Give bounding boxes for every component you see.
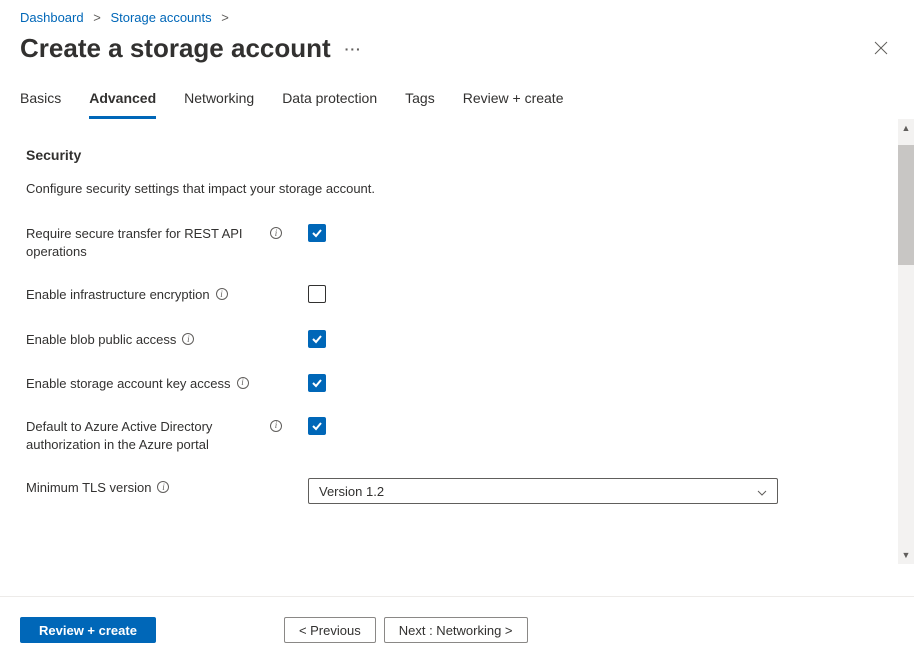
- tab-tags[interactable]: Tags: [405, 84, 435, 119]
- tab-networking[interactable]: Networking: [184, 84, 254, 119]
- close-button[interactable]: [868, 34, 894, 64]
- page-header: Create a storage account ···: [0, 29, 914, 84]
- label-text: Enable blob public access: [26, 331, 176, 349]
- tabs: Basics Advanced Networking Data protecti…: [0, 84, 914, 119]
- checkbox-infra-encryption[interactable]: [308, 285, 326, 303]
- content: Security Configure security settings tha…: [0, 119, 914, 564]
- field-key-access: Enable storage account key access i: [26, 374, 894, 393]
- checkmark-icon: [311, 227, 323, 239]
- checkmark-icon: [311, 377, 323, 389]
- content-wrapper: Security Configure security settings tha…: [0, 119, 914, 564]
- field-infra-encryption: Enable infrastructure encryption i: [26, 285, 894, 306]
- info-icon[interactable]: i: [216, 288, 228, 300]
- page-title-text: Create a storage account: [20, 33, 331, 64]
- info-icon[interactable]: i: [270, 227, 282, 239]
- label-secure-transfer: Require secure transfer for REST API ope…: [26, 224, 282, 261]
- tab-advanced[interactable]: Advanced: [89, 84, 156, 119]
- previous-button[interactable]: < Previous: [284, 617, 376, 643]
- scrollbar-track[interactable]: ▲ ▼: [898, 119, 914, 564]
- label-text: Enable infrastructure encryption: [26, 286, 210, 304]
- info-icon[interactable]: i: [157, 481, 169, 493]
- field-blob-public: Enable blob public access i: [26, 330, 894, 349]
- info-icon[interactable]: i: [237, 377, 249, 389]
- label-text: Enable storage account key access: [26, 375, 231, 393]
- label-text: Default to Azure Active Directory author…: [26, 418, 264, 454]
- scroll-arrow-up-icon[interactable]: ▲: [901, 123, 911, 133]
- checkmark-icon: [311, 420, 323, 432]
- scrollbar-thumb[interactable]: [898, 145, 914, 265]
- close-icon: [874, 41, 888, 55]
- checkmark-icon: [311, 333, 323, 345]
- review-create-button[interactable]: Review + create: [20, 617, 156, 643]
- label-key-access: Enable storage account key access i: [26, 374, 282, 393]
- breadcrumb-separator: >: [221, 10, 229, 25]
- breadcrumb-storage-accounts[interactable]: Storage accounts: [110, 10, 211, 25]
- label-aad-auth: Default to Azure Active Directory author…: [26, 417, 282, 454]
- footer: Review + create < Previous Next : Networ…: [0, 596, 914, 663]
- select-tls-version[interactable]: Version 1.2: [308, 478, 778, 504]
- section-description: Configure security settings that impact …: [26, 181, 894, 196]
- label-tls-version: Minimum TLS version i: [26, 478, 282, 497]
- page-title: Create a storage account ···: [20, 33, 362, 64]
- label-infra-encryption: Enable infrastructure encryption i: [26, 285, 282, 304]
- checkbox-aad-auth[interactable]: [308, 417, 326, 435]
- checkbox-blob-public[interactable]: [308, 330, 326, 348]
- checkbox-secure-transfer[interactable]: [308, 224, 326, 242]
- breadcrumb-dashboard[interactable]: Dashboard: [20, 10, 84, 25]
- section-title-security: Security: [26, 147, 894, 163]
- field-secure-transfer: Require secure transfer for REST API ope…: [26, 224, 894, 261]
- label-text: Minimum TLS version: [26, 479, 151, 497]
- next-button[interactable]: Next : Networking >: [384, 617, 528, 643]
- checkbox-key-access[interactable]: [308, 374, 326, 392]
- tab-basics[interactable]: Basics: [20, 84, 61, 119]
- breadcrumb-separator: >: [93, 10, 101, 25]
- chevron-down-icon: [757, 484, 767, 499]
- tab-data-protection[interactable]: Data protection: [282, 84, 377, 119]
- info-icon[interactable]: i: [182, 333, 194, 345]
- field-tls-version: Minimum TLS version i Version 1.2: [26, 478, 894, 504]
- label-text: Require secure transfer for REST API ope…: [26, 225, 264, 261]
- scroll-arrow-down-icon[interactable]: ▼: [901, 550, 911, 560]
- more-icon[interactable]: ···: [345, 41, 362, 57]
- breadcrumb: Dashboard > Storage accounts >: [0, 0, 914, 29]
- label-blob-public: Enable blob public access i: [26, 330, 282, 349]
- field-aad-auth: Default to Azure Active Directory author…: [26, 417, 894, 454]
- tab-review-create[interactable]: Review + create: [463, 84, 564, 119]
- info-icon[interactable]: i: [270, 420, 282, 432]
- select-value: Version 1.2: [319, 484, 384, 499]
